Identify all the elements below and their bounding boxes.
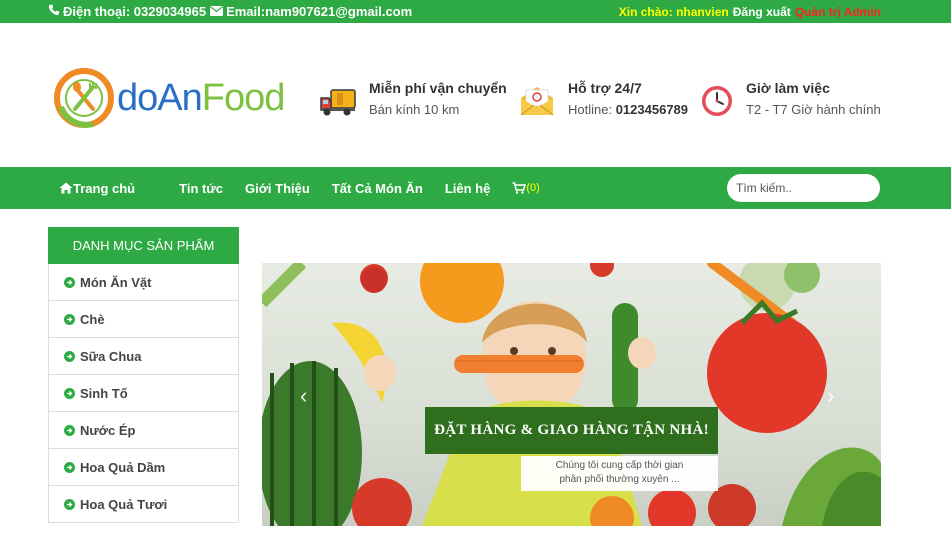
category-item[interactable]: Hoa Quả Dầm xyxy=(48,449,239,486)
banner-next-arrow[interactable]: › xyxy=(827,383,834,409)
truck-icon xyxy=(320,89,356,116)
hotline-number: 0123456789 xyxy=(615,102,689,117)
arrow-circle-icon xyxy=(64,276,75,288)
top-bar: Điện thoại: 0329034965 Email:nam907621@g… xyxy=(0,0,951,23)
feature-shipping-subtitle: Bán kính 10 km xyxy=(369,102,460,117)
arrow-circle-icon xyxy=(64,313,75,325)
phone-icon xyxy=(48,4,60,19)
category-item-label: Sữa Chua xyxy=(80,348,142,364)
category-item-label: Sinh Tố xyxy=(80,385,128,401)
arrow-circle-icon xyxy=(64,350,75,362)
cart-icon xyxy=(512,182,527,194)
home-icon xyxy=(59,182,73,194)
nav-item-home[interactable]: Trang chủ xyxy=(59,181,157,196)
banner-subcaption: Chúng tôi cung cấp thời gian phân phối t… xyxy=(521,456,718,491)
greeting-text: Xin chào: nhanvien xyxy=(618,5,729,19)
clock-icon xyxy=(702,86,732,116)
logo-text: doAnFood xyxy=(117,77,286,119)
cart-count: (0) xyxy=(526,182,540,194)
category-item[interactable]: Chè xyxy=(48,301,239,338)
nav-item-contact[interactable]: Liên hệ xyxy=(445,181,491,196)
hotline-label: Hotline: xyxy=(568,102,613,117)
banner-subcaption-line1: Chúng tôi cung cấp thời gian xyxy=(555,460,684,471)
feature-support-subtitle: Hotline: 0123456789 xyxy=(568,102,688,117)
nav-item-all-food[interactable]: Tất Cả Món Ăn xyxy=(332,181,423,196)
category-item[interactable]: Sinh Tố xyxy=(48,375,239,412)
arrow-circle-icon xyxy=(64,424,75,436)
nav-item-news[interactable]: Tin tức xyxy=(179,181,223,196)
banner-caption: ĐẶT HÀNG & GIAO HÀNG TẬN NHÀ! xyxy=(425,407,718,454)
feature-shipping-title: Miễn phí vận chuyển xyxy=(369,80,507,96)
category-sidebar: DANH MỤC SẢN PHẨM Món Ăn Vặt Chè Sữa Chu… xyxy=(48,227,239,523)
header: doAnFood Miễn phí vận chuyển Bán kính 10… xyxy=(0,23,951,167)
feature-support-title: Hỗ trợ 24/7 xyxy=(568,80,642,96)
nav-item-cart[interactable]: (0) xyxy=(512,182,561,194)
arrow-circle-icon xyxy=(64,387,75,399)
category-item-label: Hoa Quả Dầm xyxy=(80,459,166,475)
category-item[interactable]: Hoa Quả Tươi xyxy=(48,486,239,523)
banner-prev-arrow[interactable]: ‹ xyxy=(300,383,307,409)
logout-link[interactable]: Đăng xuất xyxy=(733,5,791,19)
logo-text-part2: Food xyxy=(201,77,286,119)
main-nav: Trang chủ Tin tức Giới Thiệu Tất Cả Món … xyxy=(0,167,951,209)
category-title: DANH MỤC SẢN PHẨM xyxy=(48,227,239,264)
banner-subcaption-line2: phân phối thường xuyên ... xyxy=(559,474,680,485)
logo-icon xyxy=(54,68,114,128)
feature-hours-subtitle: T2 - T7 Giờ hành chính xyxy=(746,102,881,117)
category-item[interactable]: Món Ăn Vặt xyxy=(48,264,239,301)
contact-info: Điện thoại: 0329034965 Email:nam907621@g… xyxy=(48,4,412,19)
feature-hours: Giờ làm việc T2 - T7 Giờ hành chính xyxy=(700,80,881,118)
category-item-label: Chè xyxy=(80,311,105,327)
admin-link[interactable]: Quản trị Admin xyxy=(795,5,881,19)
search-box xyxy=(727,174,880,202)
phone-text: Điện thoại: 0329034965 xyxy=(63,4,207,19)
feature-shipping: Miễn phí vận chuyển Bán kính 10 km xyxy=(319,80,507,118)
feature-hours-title: Giờ làm việc xyxy=(746,80,830,96)
arrow-circle-icon xyxy=(64,498,75,510)
email-icon xyxy=(520,87,554,116)
category-item-label: Nước Ép xyxy=(80,422,136,438)
nav-item-about[interactable]: Giới Thiệu xyxy=(245,181,310,196)
site-logo[interactable]: doAnFood xyxy=(53,67,286,129)
search-input[interactable] xyxy=(727,175,880,201)
nav-item-home-label: Trang chủ xyxy=(73,180,136,196)
category-item[interactable]: Sữa Chua xyxy=(48,338,239,375)
envelope-icon xyxy=(210,4,224,19)
user-links: Xin chào: nhanvien Đăng xuất Quản trị Ad… xyxy=(619,5,881,19)
arrow-circle-icon xyxy=(64,461,75,473)
email-text: Email:nam907621@gmail.com xyxy=(226,4,413,19)
category-item[interactable]: Nước Ép xyxy=(48,412,239,449)
category-item-label: Món Ăn Vặt xyxy=(80,274,152,290)
nav-links: Trang chủ Tin tức Giới Thiệu Tất Cả Món … xyxy=(59,167,584,209)
category-item-label: Hoa Quả Tươi xyxy=(80,496,168,512)
feature-support: Hỗ trợ 24/7 Hotline: 0123456789 xyxy=(518,80,688,118)
logo-text-part1: doAn xyxy=(117,77,203,119)
